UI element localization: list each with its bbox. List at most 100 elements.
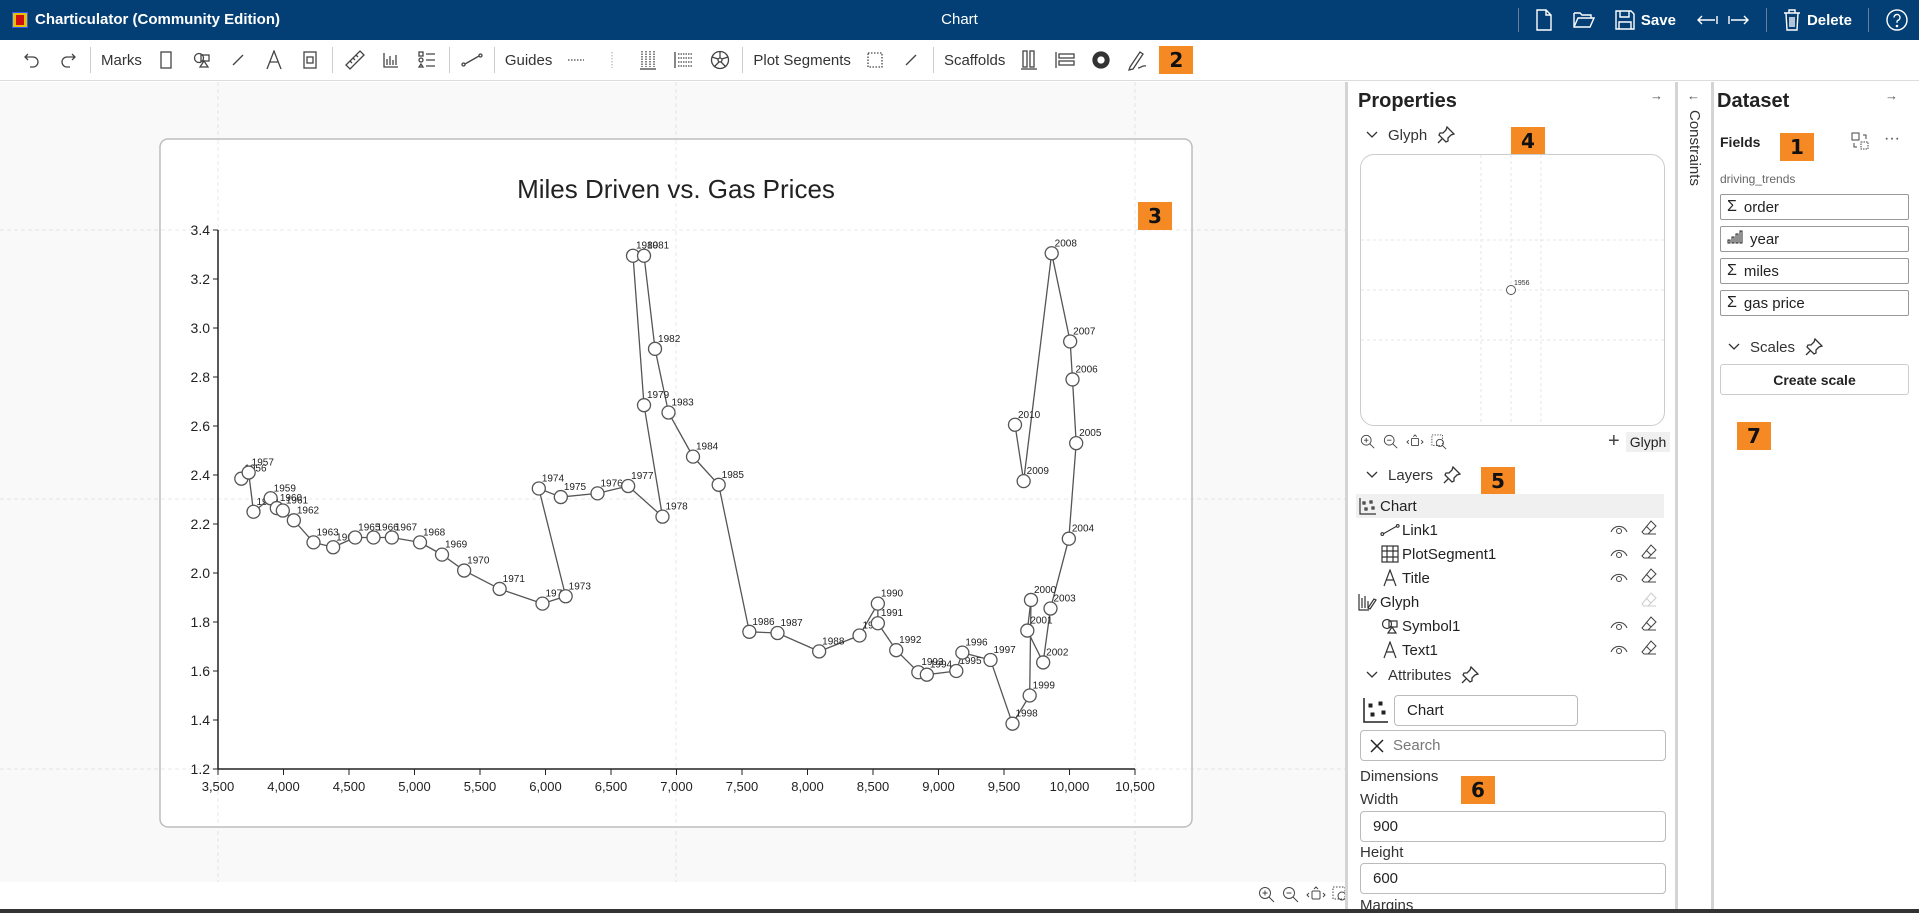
eraser-icon[interactable] [1640, 519, 1658, 541]
zoom-out-icon[interactable] [1383, 434, 1399, 450]
pin-icon[interactable] [1461, 666, 1480, 684]
visibility-eye-icon[interactable] [1610, 642, 1628, 659]
field-label: miles [1743, 262, 1779, 280]
delete-button[interactable]: Delete [1773, 0, 1862, 40]
data-point-label: 2005 [1079, 428, 1102, 439]
help-button[interactable] [1875, 0, 1919, 40]
annotation-badge-3: 3 [1138, 202, 1172, 230]
attributes-section-header[interactable]: Attributes [1366, 666, 1480, 684]
line-mark-button[interactable] [220, 45, 256, 75]
scaffold-polar-button[interactable] [1083, 45, 1119, 75]
layer-item-symbol1[interactable]: Symbol1 [1356, 614, 1664, 638]
glyph-editor-canvas[interactable]: 1956 [1360, 154, 1665, 426]
layer-item-plotsegment1[interactable]: PlotSegment1 [1356, 542, 1664, 566]
guide-grid-x-button[interactable] [630, 45, 666, 75]
search-input[interactable]: Search [1360, 730, 1666, 761]
layer-item-chart[interactable]: Chart [1356, 494, 1664, 518]
glyph-editor-svg[interactable]: 1956 [1361, 155, 1665, 426]
eraser-icon[interactable] [1640, 567, 1658, 589]
scaffold-horizontal-button[interactable] [1011, 45, 1047, 75]
eraser-icon[interactable] [1640, 615, 1658, 637]
zoom-in-icon[interactable] [1360, 434, 1376, 450]
open-button[interactable] [1563, 0, 1605, 40]
add-glyph-button[interactable]: + Glyph [1608, 430, 1671, 453]
collapse-dataset-button[interactable]: → [1885, 88, 1898, 103]
visibility-eye-icon[interactable] [1610, 522, 1628, 539]
guide-grid-y-button[interactable] [666, 45, 702, 75]
guide-polar-button[interactable] [702, 45, 738, 75]
field-order[interactable]: Σorder [1720, 194, 1909, 220]
attributes-object-name[interactable]: Chart [1394, 695, 1578, 726]
height-input[interactable]: 600 [1360, 863, 1666, 894]
x-tick-label: 4,000 [267, 779, 300, 794]
text-icon [1380, 568, 1400, 588]
visibility-eye-icon[interactable] [1610, 618, 1628, 635]
data-point-label: 1998 [1016, 709, 1039, 720]
collapse-properties-button[interactable]: → [1650, 88, 1663, 103]
nested-chart-button[interactable] [373, 45, 409, 75]
fit-view-icon[interactable] [1406, 434, 1424, 450]
region-2d-button[interactable] [857, 45, 893, 75]
data-axis-button[interactable] [337, 45, 373, 75]
guide-y-button[interactable] [594, 45, 630, 75]
scales-section-header[interactable]: Scales [1728, 338, 1824, 356]
chart-title[interactable]: Miles Driven vs. Gas Prices [517, 174, 835, 204]
field-year[interactable]: year [1720, 226, 1909, 252]
undo-button[interactable] [14, 45, 50, 75]
legend-button[interactable] [409, 45, 445, 75]
field-miles[interactable]: Σmiles [1720, 258, 1909, 284]
line-segment-button[interactable] [893, 45, 929, 75]
pin-icon[interactable] [1805, 338, 1824, 356]
data-point-label: 1994 [930, 660, 953, 671]
layer-item-glyph[interactable]: Glyph [1356, 590, 1664, 614]
eraser-icon[interactable] [1640, 543, 1658, 565]
text-mark-button[interactable] [256, 45, 292, 75]
replace-data-icon[interactable] [1851, 132, 1869, 150]
clear-icon[interactable] [1369, 738, 1385, 754]
expand-constraints-button[interactable]: ← [1687, 88, 1700, 103]
visibility-eye-icon[interactable] [1610, 570, 1628, 587]
export-right-button[interactable] [1728, 0, 1760, 40]
field-gas-price[interactable]: Σgas price [1720, 290, 1909, 316]
layers-section-header[interactable]: Layers [1366, 466, 1462, 484]
glyph-text[interactable]: 1956 [1514, 280, 1530, 287]
scaffold-vertical-button[interactable] [1047, 45, 1083, 75]
zoom-out-icon[interactable] [1282, 886, 1300, 904]
arrow-left-bar-icon [1696, 15, 1718, 25]
link-button[interactable] [454, 45, 490, 75]
glyph-section-header[interactable]: Glyph [1366, 126, 1456, 144]
grid-icon [1380, 544, 1400, 564]
image-mark-button[interactable] [292, 45, 328, 75]
x-tick-label: 10,500 [1115, 779, 1155, 794]
chart-canvas[interactable]: Miles Driven vs. Gas Prices 1.2 1.4 1.6 1.8… [0, 82, 1345, 882]
save-button[interactable]: Save [1605, 0, 1686, 40]
delete-label: Delete [1806, 11, 1852, 29]
y-tick-label: 1.4 [191, 712, 211, 728]
constraints-panel[interactable]: ← Constraints [1675, 82, 1711, 913]
visibility-eye-icon[interactable] [1610, 546, 1628, 563]
layer-item-link1[interactable]: Link1 [1356, 518, 1664, 542]
eraser-icon[interactable] [1640, 639, 1658, 661]
layer-item-title[interactable]: Title [1356, 566, 1664, 590]
guide-x-button[interactable] [558, 45, 594, 75]
layer-item-text1[interactable]: Text1 [1356, 638, 1664, 662]
symbol-mark-button[interactable] [184, 45, 220, 75]
zoom-region-icon[interactable] [1431, 434, 1447, 450]
zoom-in-icon[interactable] [1258, 886, 1276, 904]
export-left-button[interactable] [1686, 0, 1728, 40]
divider [742, 47, 744, 73]
rectangle-mark-button[interactable] [148, 45, 184, 75]
pin-icon[interactable] [1443, 466, 1462, 484]
properties-panel: Properties → Glyph 4 1956 + Glyph Layers… [1345, 82, 1675, 913]
redo-button[interactable] [50, 45, 86, 75]
app-logo-icon [12, 12, 28, 28]
more-options-button[interactable]: ··· [1884, 130, 1900, 148]
new-button[interactable] [1525, 0, 1563, 40]
grid-rows-icon [674, 52, 694, 68]
width-input[interactable]: 900 [1360, 811, 1666, 842]
create-scale-button[interactable]: Create scale [1720, 364, 1909, 395]
scaffold-curve-button[interactable] [1119, 45, 1155, 75]
pin-icon[interactable] [1437, 126, 1456, 144]
constraints-label[interactable]: Constraints [1686, 110, 1703, 186]
fit-view-icon[interactable] [1306, 886, 1326, 904]
